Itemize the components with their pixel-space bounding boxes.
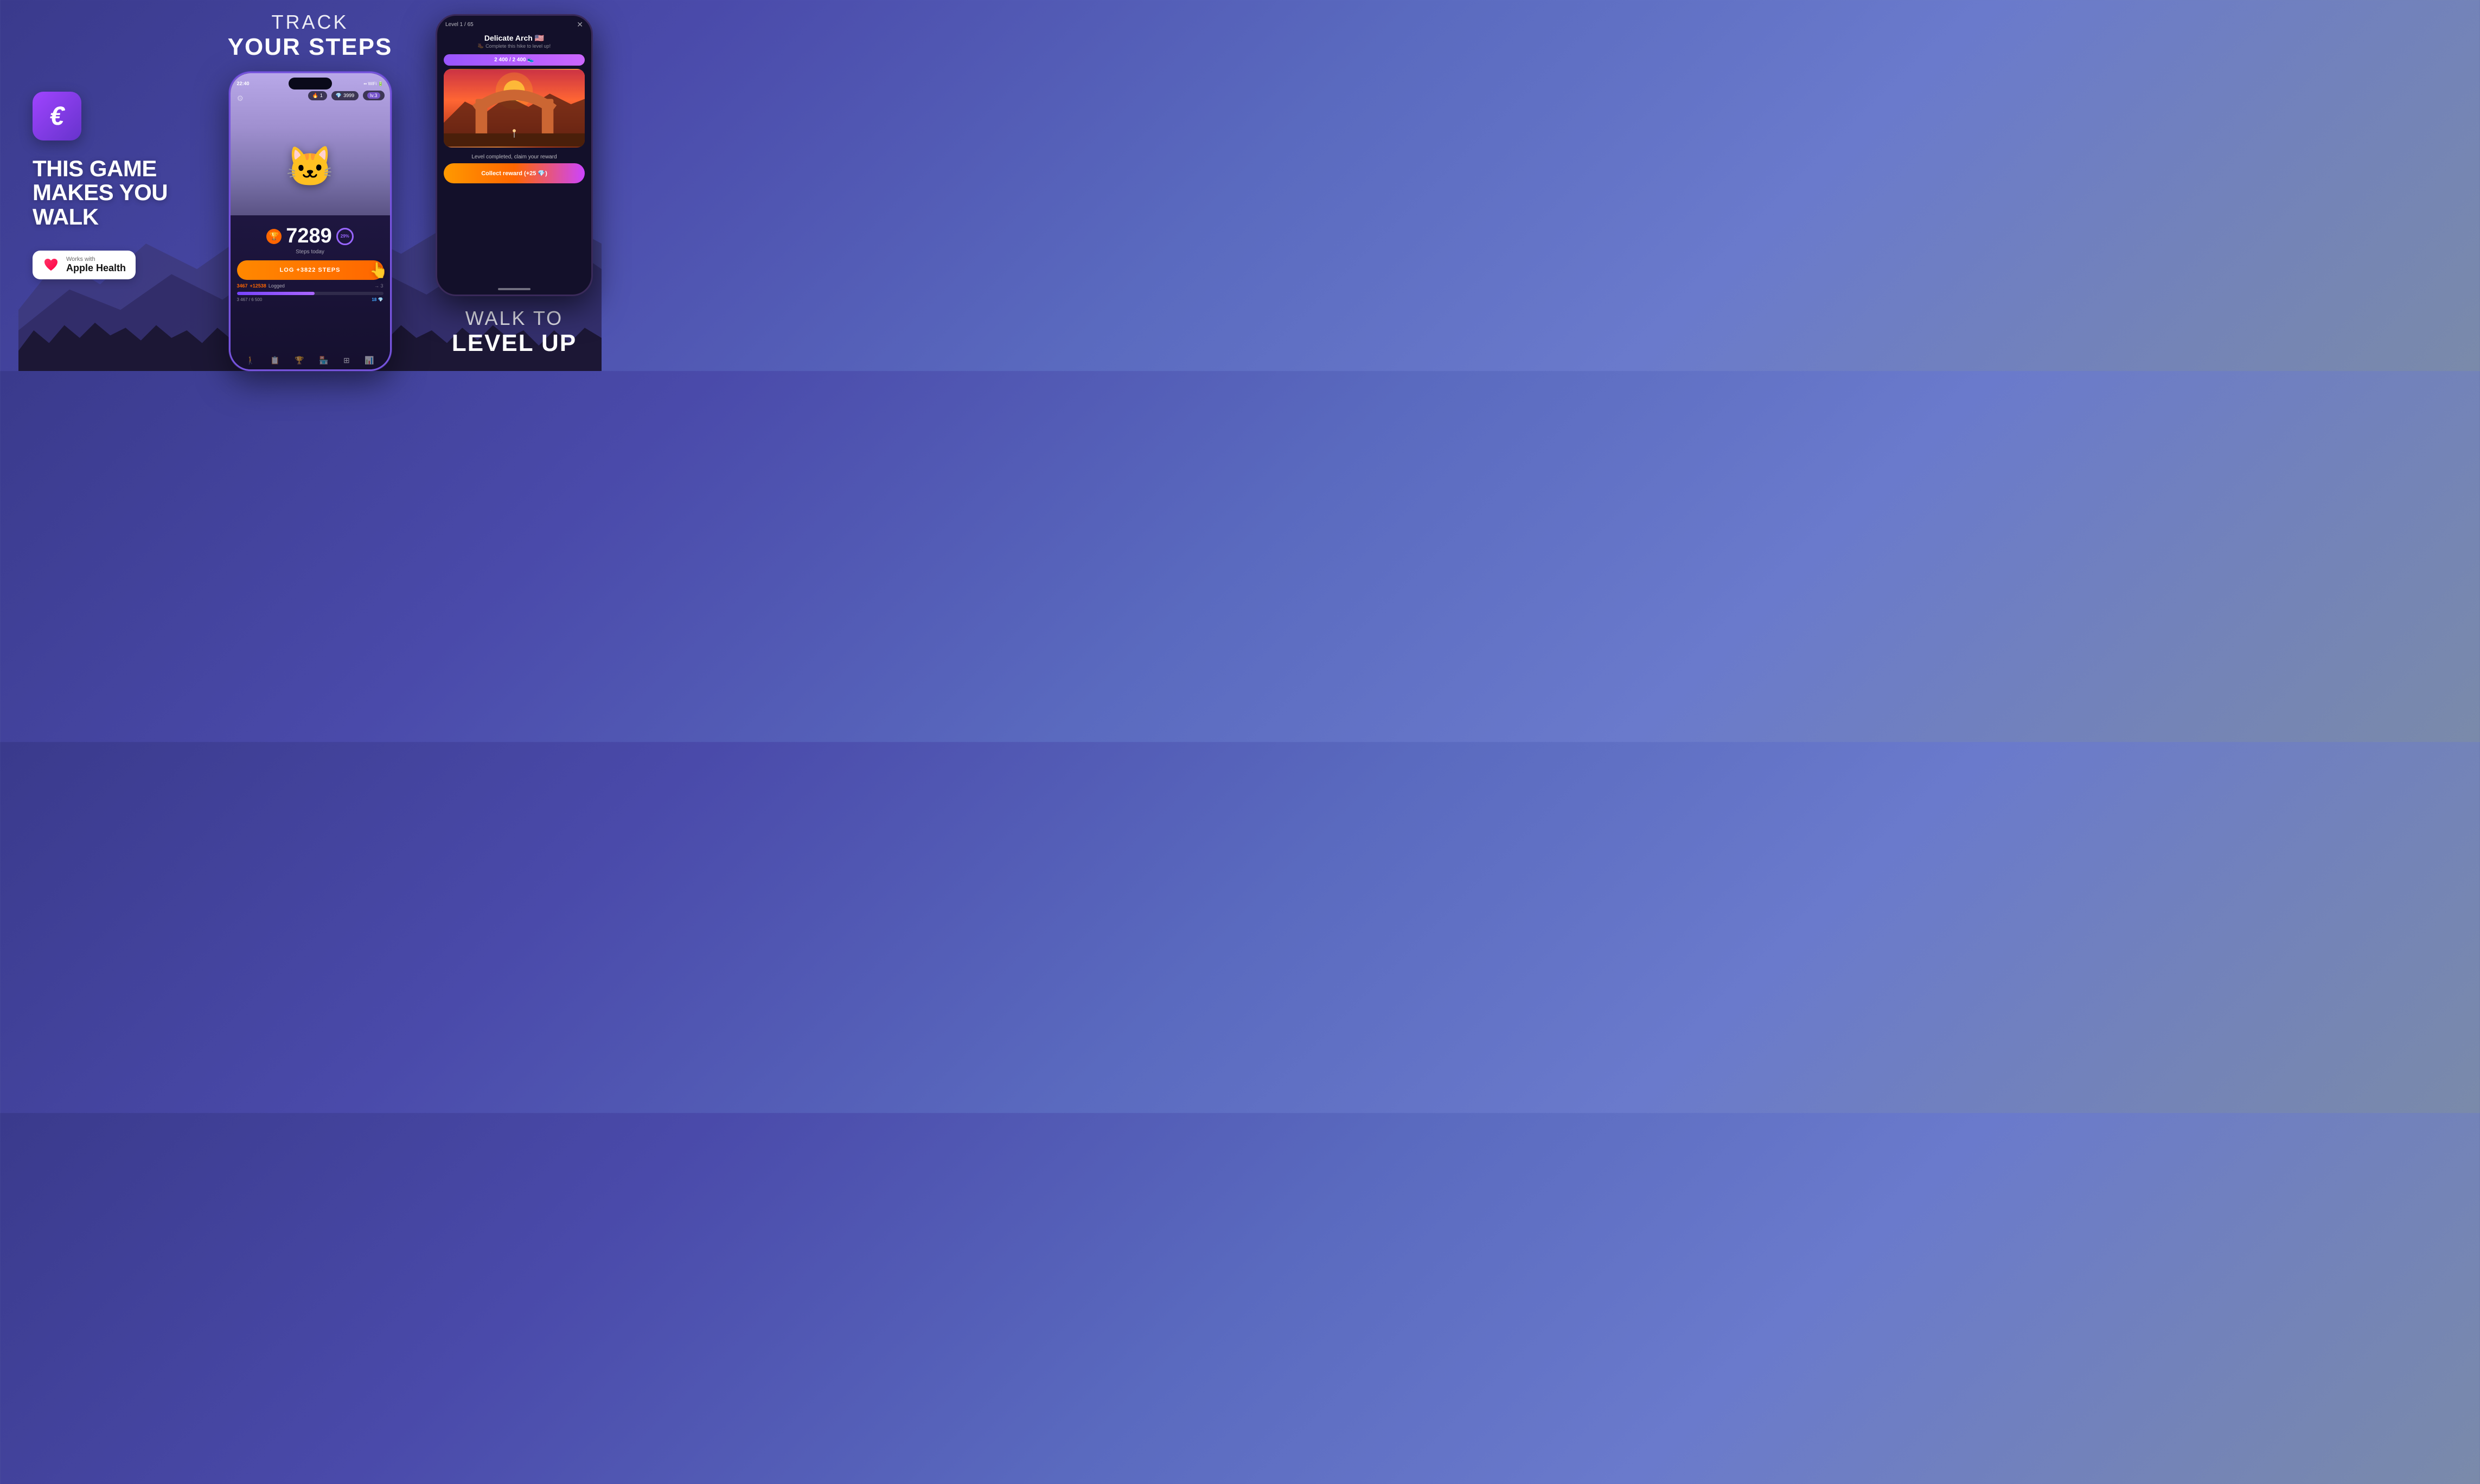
nav-stats-icon[interactable]: 📊	[365, 356, 374, 365]
level-up-label: LEVEL UP	[452, 330, 577, 357]
nav-grid-icon[interactable]: ⊞	[343, 356, 350, 365]
works-with-label: Works with	[66, 256, 126, 263]
arch-svg	[444, 69, 585, 148]
steps-number: 7289	[286, 225, 332, 248]
level-badge: lv.3	[363, 91, 384, 100]
hand-pointer-icon: 👆	[369, 261, 389, 279]
flame-icon: 🔥	[312, 93, 318, 99]
arrow-icon: → 3	[374, 283, 383, 289]
phone-status-bar: 22:40 ▪▪ WiFi 🔋	[237, 78, 383, 89]
tagline: THIS GAME MAKES YOU WALK	[33, 157, 168, 228]
apple-health-label: Apple Health	[66, 263, 126, 274]
center-section: TRACK YOUR STEPS 22:40 ▪▪ WiFi 🔋 ⚙ 🔥 1	[207, 0, 413, 371]
phone-nav: 🚶 📋 🏆 🏪 ⊞ 📊	[231, 356, 390, 365]
logged-prefix: 3467	[237, 283, 248, 289]
log-steps-button[interactable]: LOG +3822 STEPS 👆	[237, 260, 383, 280]
phone2-title-area: Delicate Arch 🇺🇸 🥾 Complete this hike to…	[437, 29, 591, 51]
track-heading: TRACK YOUR STEPS	[228, 0, 393, 61]
phone2-complete-text: Level completed, claim your reward	[437, 148, 591, 163]
nav-tasks-icon[interactable]: 📋	[270, 356, 279, 365]
nav-shop-icon[interactable]: 🏪	[319, 356, 328, 365]
phone2-location: Delicate Arch 🇺🇸	[445, 34, 583, 43]
phone-frame: 22:40 ▪▪ WiFi 🔋 ⚙ 🔥 1 💎 3999 lv.3	[229, 72, 392, 371]
phone-status-icons: ▪▪ WiFi 🔋	[363, 81, 383, 86]
phone2-image	[444, 69, 585, 148]
flame-count: 1	[320, 93, 323, 98]
level-label: lv.3	[367, 92, 380, 99]
flame-badge: 🔥 1	[308, 91, 327, 100]
phone2-level: Level 1 / 65	[445, 22, 474, 28]
left-section: € THIS GAME MAKES YOU WALK Works with Ap…	[16, 0, 201, 371]
tagline-line1: THIS GAME	[33, 156, 157, 181]
right-section: Level 1 / 65 ✕ Delicate Arch 🇺🇸 🥾 Comple…	[414, 0, 620, 371]
app-icon-letter: €	[50, 101, 65, 131]
phone2-progress-pill: 2 400 / 2 400 👟	[444, 54, 585, 66]
trophy-icon: 🏆	[266, 229, 282, 244]
gem-badge: 💎 3999	[331, 91, 359, 100]
phone2-status: Level 1 / 65 ✕	[437, 16, 591, 29]
phone-top-bar: 🔥 1 💎 3999 lv.3	[236, 91, 385, 100]
diamond-icon: 💎	[378, 297, 383, 302]
cat-character: 🐱	[286, 144, 335, 190]
hike-icon: 🥾	[478, 43, 484, 49]
steps-display: 🏆 7289 29%	[237, 222, 383, 248]
logged-suffix: Logged	[269, 283, 285, 289]
nav-trophy-icon[interactable]: 🏆	[295, 356, 304, 365]
steps-label: Steps today	[237, 249, 383, 255]
progress-labels: 3 467 / 6 500 18 💎	[237, 297, 383, 302]
progress-bar-fill	[237, 292, 315, 295]
tagline-line2: MAKES YOU	[33, 180, 168, 205]
track-line1: TRACK	[228, 11, 393, 34]
tagline-line3: WALK	[33, 204, 99, 229]
gem-icon: 💎	[336, 93, 342, 99]
progress-start: 3 467 / 6 500	[237, 297, 263, 302]
logged-plus: +12538	[250, 283, 266, 289]
gem-count: 3999	[343, 93, 354, 98]
walk-to-heading: WALK TO LEVEL UP	[452, 307, 577, 357]
phone2-subtitle: 🥾 Complete this hike to level up!	[445, 43, 583, 49]
center-phone: 22:40 ▪▪ WiFi 🔋 ⚙ 🔥 1 💎 3999 lv.3	[229, 72, 392, 371]
phone2-close-button[interactable]: ✕	[577, 20, 583, 29]
nav-walk-icon[interactable]: 🚶	[246, 356, 255, 365]
gem-reward: 18 💎	[372, 297, 383, 302]
right-phone: Level 1 / 65 ✕ Delicate Arch 🇺🇸 🥾 Comple…	[436, 14, 593, 296]
phone2-home-indicator	[498, 288, 530, 290]
steps-percent: 29%	[336, 228, 354, 245]
apple-health-badge[interactable]: Works with Apple Health	[33, 251, 136, 279]
phone2-collect-button[interactable]: Collect reward (+25 💎)	[444, 163, 585, 183]
phone-bottom-panel: 🏆 7289 29% Steps today LOG +3822 STEPS 👆…	[231, 215, 390, 369]
track-line2: YOUR STEPS	[228, 34, 393, 61]
apple-health-text: Works with Apple Health	[66, 256, 126, 274]
progress-bar	[237, 292, 383, 295]
app-icon: €	[33, 92, 81, 140]
health-heart-icon	[42, 256, 60, 273]
phone-time: 22:40	[237, 81, 250, 86]
logged-info: 3467 +12538 Logged → 3	[237, 283, 383, 289]
walk-to-label: WALK TO	[452, 307, 577, 330]
